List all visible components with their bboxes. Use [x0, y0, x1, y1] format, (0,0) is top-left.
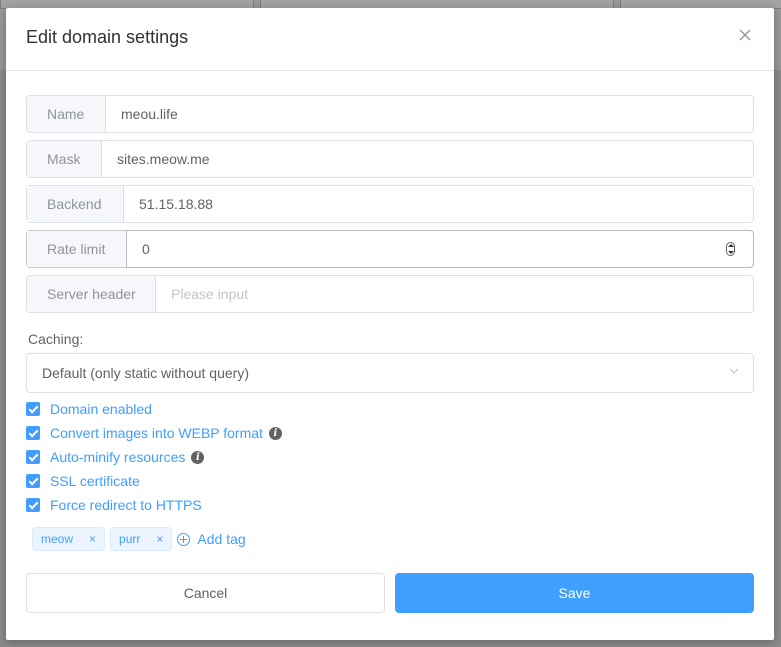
caching-label: Caching: — [28, 331, 84, 347]
dialog-header: Edit domain settings — [6, 8, 774, 71]
domain-enabled-checkbox[interactable]: Domain enabled — [26, 399, 152, 419]
checkbox-checked-icon — [26, 474, 40, 488]
rate-limit-input[interactable]: 0 — [126, 230, 754, 268]
checkbox-label: Auto-minify resources — [50, 449, 186, 465]
tag-close-icon[interactable]: × — [89, 532, 96, 546]
auto-minify-checkbox[interactable]: Auto-minify resources i — [26, 447, 205, 467]
force-https-checkbox[interactable]: Force redirect to HTTPS — [26, 495, 202, 515]
rate-limit-label: Rate limit — [27, 231, 127, 267]
mask-input[interactable]: sites.meow.me — [102, 141, 753, 177]
server-header-input[interactable]: Please input — [156, 276, 753, 312]
close-icon[interactable] — [738, 28, 752, 42]
tag-close-icon[interactable]: × — [156, 532, 163, 546]
backend-label: Backend — [27, 186, 124, 222]
info-icon[interactable]: i — [191, 450, 205, 464]
save-button[interactable]: Save — [395, 573, 754, 613]
edit-domain-dialog: Edit domain settings Name meou.life Mask… — [6, 8, 774, 640]
rate-limit-value: 0 — [142, 241, 150, 257]
checkbox-checked-icon — [26, 498, 40, 512]
number-stepper-icon[interactable] — [726, 242, 735, 256]
tag-purr: purr × — [110, 527, 173, 551]
tag-label: purr — [119, 532, 141, 546]
chevron-down-icon — [729, 368, 739, 374]
caching-select[interactable]: Default (only static without query) — [26, 353, 754, 393]
backend-field-group: Backend 51.15.18.88 — [26, 185, 754, 223]
tag-label: meow — [41, 532, 74, 546]
name-label: Name — [27, 96, 106, 132]
webp-checkbox[interactable]: Convert images into WEBP format i — [26, 423, 282, 443]
checkbox-checked-icon — [26, 402, 40, 416]
checkbox-checked-icon — [26, 450, 40, 464]
info-icon[interactable]: i — [268, 426, 282, 440]
name-input[interactable]: meou.life — [106, 96, 753, 132]
name-field-group: Name meou.life — [26, 95, 754, 133]
checkbox-label: SSL certificate — [50, 473, 140, 489]
mask-field-group: Mask sites.meow.me — [26, 140, 754, 178]
tag-meow: meow × — [32, 527, 106, 551]
add-tag-button[interactable]: Add tag — [177, 531, 246, 547]
rate-limit-field-group: Rate limit 0 — [26, 230, 754, 268]
checkbox-checked-icon — [26, 426, 40, 440]
mask-label: Mask — [27, 141, 102, 177]
server-header-label: Server header — [27, 276, 156, 312]
ssl-certificate-checkbox[interactable]: SSL certificate — [26, 471, 140, 491]
checkbox-label: Force redirect to HTTPS — [50, 497, 202, 513]
tag-list: meow × purr × Add tag — [32, 527, 246, 551]
checkbox-label: Domain enabled — [50, 401, 152, 417]
server-header-field-group: Server header Please input — [26, 275, 754, 313]
dialog-title: Edit domain settings — [26, 27, 189, 47]
backend-input[interactable]: 51.15.18.88 — [124, 186, 753, 222]
cancel-button[interactable]: Cancel — [26, 573, 385, 613]
checkbox-label: Convert images into WEBP format — [50, 425, 263, 441]
add-tag-label: Add tag — [197, 531, 246, 547]
plus-circle-icon — [177, 532, 191, 546]
caching-selected-value: Default (only static without query) — [42, 365, 249, 381]
